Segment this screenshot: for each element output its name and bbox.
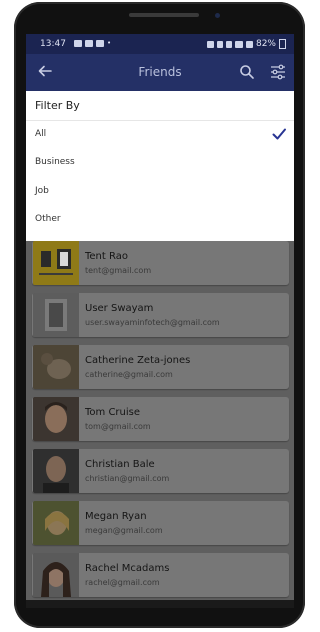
filter-header: Filter By (35, 99, 80, 112)
filter-option-label: Other (35, 214, 61, 224)
filter-menu: Filter By All Business Job Other (26, 91, 294, 241)
filter-option-business[interactable]: Business (26, 149, 294, 177)
contact-card[interactable]: Christian Bale christian@gmail.com (32, 449, 289, 493)
battery-icon (279, 39, 286, 49)
youtube-notification-icon (85, 39, 93, 47)
phone-speaker (129, 13, 199, 17)
status-time: 13:47 (40, 39, 66, 49)
status-bar: 13:47 • 82% (26, 34, 294, 54)
contact-name: User Swayam (85, 303, 154, 314)
notification-icons: • (74, 39, 111, 47)
check-icon (272, 128, 286, 140)
battery-percent: 82% (255, 39, 276, 49)
contact-email: megan@gmail.com (85, 526, 163, 535)
contact-email: catherine@gmail.com (85, 370, 173, 379)
screen: 13:47 • 82% Friends Tent Rao tent@gmail.… (26, 34, 294, 600)
alarm-icon (206, 40, 214, 48)
contact-email: christian@gmail.com (85, 474, 170, 483)
search-icon[interactable] (239, 64, 255, 80)
filter-option-job[interactable]: Job (26, 178, 294, 206)
app-bar: Friends (26, 54, 294, 91)
navigation-bar (26, 600, 294, 608)
image-notification-icon (74, 39, 82, 47)
contact-email: tent@gmail.com (85, 266, 152, 275)
avatar (33, 345, 79, 389)
filter-settings-icon[interactable] (269, 63, 287, 81)
contact-name: Tent Rao (85, 251, 128, 262)
contact-card[interactable]: User Swayam user.swayaminfotech@gmail.co… (32, 293, 289, 337)
system-icons: 82% (206, 39, 286, 49)
avatar (33, 553, 79, 597)
filter-option-label: Job (35, 186, 49, 196)
mute-icon (216, 40, 223, 48)
contact-card[interactable]: Catherine Zeta-jones catherine@gmail.com (32, 345, 289, 389)
avatar (33, 293, 79, 337)
avatar (33, 501, 79, 545)
location-icon (225, 40, 232, 48)
filter-option-all[interactable]: All (26, 121, 294, 149)
front-camera (215, 13, 220, 18)
contact-card[interactable]: Tent Rao tent@gmail.com (32, 241, 289, 285)
filter-option-label: Business (35, 157, 75, 167)
avatar (33, 241, 79, 285)
contact-card[interactable]: Rachel Mcadams rachel@gmail.com (32, 553, 289, 597)
contact-email: tom@gmail.com (85, 422, 151, 431)
contact-card[interactable]: Tom Cruise tom@gmail.com (32, 397, 289, 441)
mail-notification-icon (96, 39, 104, 47)
more-notifications-icon: • (107, 39, 112, 47)
contact-card[interactable]: Megan Ryan megan@gmail.com (32, 501, 289, 545)
contact-email: user.swayaminfotech@gmail.com (85, 318, 220, 327)
wifi-icon (234, 40, 243, 48)
contact-name: Megan Ryan (85, 511, 147, 522)
contact-name: Catherine Zeta-jones (85, 355, 191, 366)
filter-option-other[interactable]: Other (26, 206, 294, 234)
contact-name: Rachel Mcadams (85, 563, 170, 574)
contact-name: Christian Bale (85, 459, 155, 470)
filter-option-label: All (35, 129, 47, 139)
avatar (33, 397, 79, 441)
contact-email: rachel@gmail.com (85, 578, 160, 587)
avatar (33, 449, 79, 493)
contact-name: Tom Cruise (85, 407, 141, 418)
signal-icon (245, 40, 253, 48)
